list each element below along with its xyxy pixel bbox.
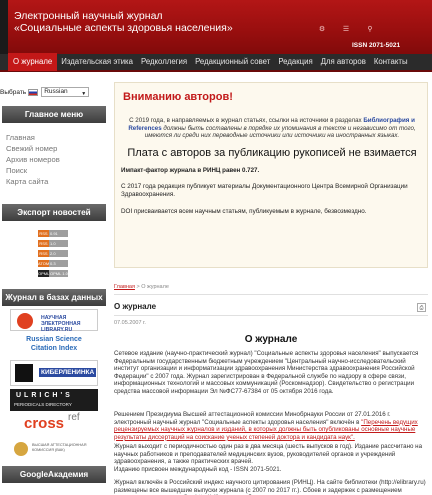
- export-value: OPML 1.0: [49, 270, 68, 277]
- export-value: 2.0: [49, 250, 68, 257]
- vak-text: ВЫСШАЯ АТТЕСТАЦИОННАЯ КОМИССИЯ (ВАК): [32, 443, 87, 452]
- about-heading: О журнале: [244, 334, 298, 345]
- cyberleninka-mark-icon: [15, 364, 33, 382]
- nav-item-editorial-council[interactable]: Редакционный совет: [191, 53, 274, 71]
- top-nav: О журнале Издательская этика Редколлегия…: [0, 53, 432, 72]
- nav-item-ethics[interactable]: Издательская этика: [57, 53, 137, 71]
- menu-item-search[interactable]: Поиск: [6, 165, 102, 176]
- notice-title: Вниманию авторов!: [123, 91, 233, 103]
- rss-20-button[interactable]: RSS 2.0: [38, 250, 68, 257]
- export-label: RSS: [38, 250, 49, 257]
- vak-logo[interactable]: ВЫСШАЯ АТТЕСТАЦИОННАЯ КОМИССИЯ (ВАК): [10, 440, 98, 460]
- menu-item-home[interactable]: Главная: [6, 132, 102, 143]
- export-value: 1.0: [49, 240, 68, 247]
- notice-free-publication: Плата с авторов за публикацию рукописей …: [127, 147, 417, 159]
- ulrichs-subtitle: PERIODICALS DIRECTORY: [14, 402, 72, 407]
- elibrary-logo[interactable]: НАУЧНАЯ ЭЛЕКТРОННАЯ LIBRARY.RU: [10, 309, 98, 333]
- crossref-logo[interactable]: cross ref: [10, 412, 98, 437]
- rss-091-button[interactable]: RSS 0.91: [38, 230, 68, 237]
- notice-doi: DOI присваивается всем научным статьям, …: [121, 208, 367, 215]
- ulrichs-logo[interactable]: ULRICH'S PERIODICALS DIRECTORY: [10, 389, 98, 411]
- about-paragraph-1: Сетевое издание (научно-практический жур…: [114, 350, 419, 395]
- about-paragraph-2: Решением Президиума Высшей аттестационно…: [114, 411, 418, 441]
- notice-references-text: С 2019 года, в направляемых в журнал ста…: [128, 117, 416, 140]
- rsci-logo[interactable]: Russian Science Citation Index: [10, 335, 98, 357]
- header-edge: [0, 0, 8, 54]
- export-label: ATOM: [38, 260, 50, 267]
- language-picker: Выбрать Russian ▼: [0, 86, 90, 98]
- breadcrumb-current: О журнале: [141, 284, 169, 290]
- sidebar: Выбрать Russian ▼ Главное меню Главная С…: [0, 82, 108, 495]
- nav-item-about[interactable]: О журнале: [8, 53, 58, 71]
- ulrichs-title: ULRICH'S: [16, 392, 73, 399]
- rss-10-button[interactable]: RSS 1.0: [38, 240, 68, 247]
- rsci-text-1: Russian Science: [26, 336, 82, 343]
- databases-header: Журнал в базах данных: [2, 289, 106, 306]
- nav-item-for-authors[interactable]: Для авторов: [317, 53, 370, 71]
- export-label: RSS: [38, 230, 49, 237]
- notice-impact-factor: Импакт-фактор журнала в РИНЦ равен 0.727…: [121, 167, 260, 174]
- site-header: Электронный научный журнал «Социальные а…: [0, 0, 432, 54]
- rsci-text-2: Citation Index: [30, 345, 78, 352]
- export-value: 0.91: [49, 230, 68, 237]
- print-icon[interactable]: ⎙: [417, 303, 426, 312]
- elibrary-text: НАУЧНАЯ ЭЛЕКТРОННАЯ LIBRARY.RU: [41, 315, 81, 333]
- chevron-down-icon: ▼: [81, 91, 87, 97]
- breadcrumb-home-link[interactable]: Главная: [114, 284, 135, 290]
- grid-icon[interactable]: ☰: [342, 26, 350, 34]
- about-paragraph-3: Журнал выходит с периодичностью один раз…: [114, 443, 423, 466]
- export-label: OPML: [38, 270, 50, 277]
- vak-seal-icon: [14, 442, 28, 456]
- notice-who-materials: С 2017 года редакция публикует материалы…: [121, 183, 408, 198]
- main-menu: Главная Свежий номер Архив номеров Поиск…: [6, 132, 102, 187]
- menu-item-sitemap[interactable]: Карта сайта: [6, 176, 102, 187]
- breadcrumb: Главная > О журнале: [114, 279, 428, 295]
- authors-notice: Вниманию авторов! С 2019 года, в направл…: [114, 82, 428, 268]
- export-value: 0.3: [49, 260, 68, 267]
- article-header: О журнале ⎙: [114, 302, 428, 316]
- opml-10-button[interactable]: OPML OPML 1.0: [38, 270, 68, 277]
- elibrary-mark-icon: [17, 313, 33, 329]
- page: Электронный научный журнал «Социальные а…: [0, 0, 432, 495]
- main-menu-header: Главное меню: [2, 106, 106, 123]
- language-value: Russian: [44, 88, 68, 95]
- article-title: О журнале: [114, 302, 157, 311]
- export-news-header: Экспорт новостей: [2, 204, 106, 221]
- issn-label: ISSN 2071-5021: [352, 42, 401, 49]
- atom-03-button[interactable]: ATOM 0.3: [38, 260, 68, 267]
- site-title-line1: Электронный научный журнал: [14, 10, 163, 22]
- nav-item-editors[interactable]: Редакция: [274, 53, 316, 71]
- cyberleninka-text: КИБЕРЛЕНИНКА: [39, 368, 97, 377]
- menu-item-current-issue[interactable]: Свежий номер: [6, 143, 102, 154]
- menu-item-archive[interactable]: Архив номеров: [6, 154, 102, 165]
- about-paragraph-5: Журнал включён в Российский индекс научн…: [114, 479, 426, 495]
- about-paragraph-4: Изданию присвоен международный код - ISS…: [114, 466, 282, 473]
- nav-item-editorial-board[interactable]: Редколлегия: [137, 53, 191, 71]
- header-icons: ⚙ ☰ ⚲: [318, 26, 374, 34]
- language-label: Выбрать: [0, 88, 27, 96]
- google-scholar-header: GoogleАкадемия: [2, 466, 106, 483]
- crossref-sup: ref: [68, 412, 80, 423]
- gear-icon[interactable]: ⚙: [318, 26, 326, 34]
- russia-flag-icon: [28, 88, 39, 96]
- export-label: RSS: [38, 240, 49, 247]
- site-title-line2: «Социальные аспекты здоровья населения»: [14, 22, 233, 34]
- language-select[interactable]: Russian ▼: [41, 87, 90, 97]
- nav-item-contacts[interactable]: Контакты: [370, 53, 412, 71]
- article-date: 07.05.2007 г.: [114, 320, 146, 326]
- search-icon[interactable]: ⚲: [366, 26, 374, 34]
- crossref-text: cross: [24, 415, 65, 432]
- cyberleninka-logo[interactable]: КИБЕРЛЕНИНКА: [10, 360, 98, 386]
